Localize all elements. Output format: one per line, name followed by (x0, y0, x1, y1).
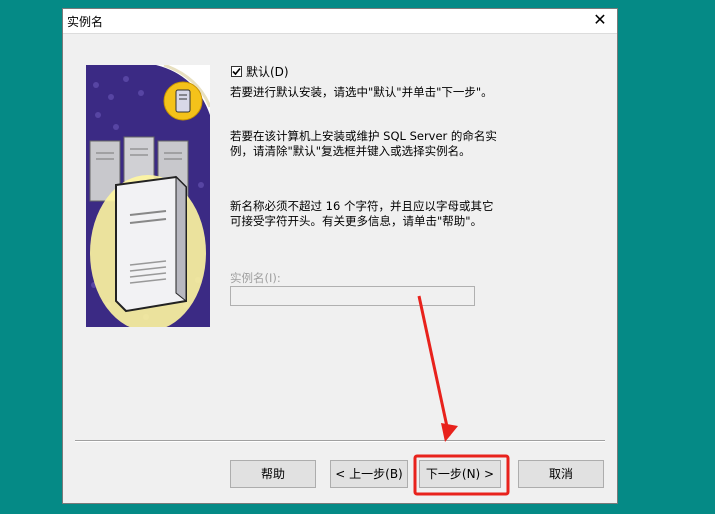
instruction-default: 若要进行默认安装，请选中"默认"并单击"下一步"。 (230, 85, 493, 99)
separator (75, 440, 605, 442)
title-bar: 实例名 ✕ (63, 9, 617, 34)
help-button[interactable]: 帮助 (230, 460, 316, 488)
instruction-named-instance: 若要在该计算机上安装或维护 SQL Server 的命名实例，请清除"默认"复选… (230, 129, 497, 158)
server-graphic (86, 65, 210, 327)
instance-name-label: 实例名(I): (230, 271, 281, 285)
instance-name-input[interactable] (230, 286, 475, 306)
default-checkbox-label[interactable]: 默认(D) (246, 65, 289, 79)
cancel-button[interactable]: 取消 (518, 460, 604, 488)
default-checkbox[interactable] (231, 66, 242, 77)
close-icon[interactable]: ✕ (591, 11, 609, 29)
instance-name-dialog: 实例名 ✕ 默认(D) 若要进行默认安装，请选中"默认"并单击"下一步"。 若要… (62, 8, 618, 504)
default-checkbox-row[interactable]: 默认(D) (231, 63, 289, 79)
check-icon (232, 67, 241, 76)
window-title: 实例名 (67, 15, 104, 29)
instruction-name-rules: 新名称必须不超过 16 个字符，并且应以字母或其它可接受字符开头。有关更多信息，… (230, 199, 494, 228)
back-button[interactable]: < 上一步(B) (330, 460, 408, 488)
next-button[interactable]: 下一步(N) > (419, 460, 501, 488)
